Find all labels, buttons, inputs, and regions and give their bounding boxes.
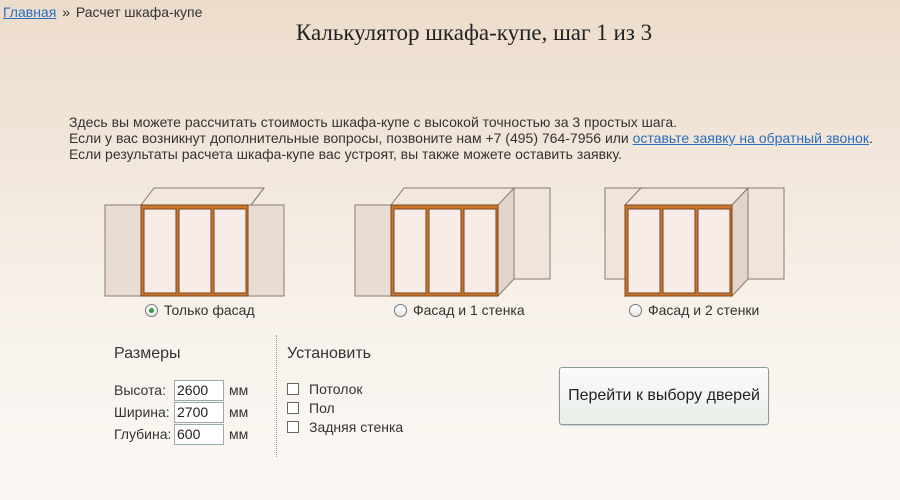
go-to-doors-button[interactable]: Перейти к выбору дверей <box>559 367 769 425</box>
wardrobe-facade-only-icon <box>104 187 285 297</box>
ceiling-label: Потолок <box>309 380 363 397</box>
breadcrumb-separator: » <box>62 4 70 20</box>
floor-label: Пол <box>309 399 335 416</box>
depth-input[interactable] <box>174 423 224 445</box>
back-wall-row[interactable]: Задняя стенка <box>287 417 403 436</box>
callback-request-link[interactable]: оставьте заявку на обратный звонок <box>633 130 869 146</box>
facade-one-wall-label: Фасад и 1 стенка <box>413 302 525 318</box>
depth-row: Глубина: мм <box>114 423 248 445</box>
option-facade-only[interactable] <box>104 186 304 321</box>
width-label: Ширина: <box>114 404 170 420</box>
ceiling-checkbox[interactable] <box>287 382 299 395</box>
height-label: Высота: <box>114 382 166 398</box>
height-row: Высота: мм <box>114 379 248 401</box>
intro-line-2-end: . <box>868 130 873 146</box>
wardrobe-facade-one-wall-icon <box>354 186 551 298</box>
facade-one-wall-radio[interactable] <box>394 303 407 317</box>
intro-line-1: Здесь вы можете рассчитать стоимость шка… <box>69 114 678 130</box>
facade-two-walls-label: Фасад и 2 стенки <box>648 302 760 318</box>
breadcrumb-current: Расчет шкафа-купе <box>75 4 203 20</box>
facade-only-label: Только фасад <box>164 302 255 318</box>
intro-line-2-text: Если у вас возникнут дополнительные вопр… <box>69 130 633 146</box>
height-input[interactable] <box>174 379 224 401</box>
ceiling-row[interactable]: Потолок <box>287 379 403 398</box>
wardrobe-facade-two-walls-icon <box>604 186 785 298</box>
depth-unit: мм <box>229 426 249 442</box>
breadcrumb: Главная » Расчет шкафа-купе <box>3 4 202 20</box>
back-wall-checkbox[interactable] <box>287 420 299 433</box>
back-wall-label: Задняя стенка <box>309 418 404 435</box>
intro-line-3: Если результаты расчета шкафа-купе вас у… <box>69 146 622 162</box>
option-facade-only-radio-row[interactable]: Только фасад <box>145 302 255 318</box>
option-facade-one-wall-radio-row[interactable]: Фасад и 1 стенка <box>394 302 525 318</box>
option-facade-one-wall[interactable] <box>354 186 554 321</box>
floor-checkbox[interactable] <box>287 401 299 414</box>
intro-line-2: Если у вас возникнут дополнительные вопр… <box>69 130 873 146</box>
width-unit: мм <box>229 404 249 420</box>
intro-text: Здесь вы можете рассчитать стоимость шка… <box>69 114 873 162</box>
breadcrumb-home-link[interactable]: Главная <box>3 4 56 20</box>
install-title: Установить <box>287 345 371 362</box>
option-facade-two-walls-radio-row[interactable]: Фасад и 2 стенки <box>629 302 759 318</box>
section-divider <box>276 335 277 457</box>
sizes-title: Размеры <box>114 345 181 362</box>
page-title: Калькулятор шкафа-купе, шаг 1 из 3 <box>295 20 653 45</box>
option-facade-two-walls[interactable] <box>604 186 804 321</box>
sizes-panel: Размеры Высота: мм Ширина: мм Глубина: м… <box>114 345 248 445</box>
facade-two-walls-radio[interactable] <box>629 303 642 317</box>
width-row: Ширина: мм <box>114 401 248 423</box>
width-input[interactable] <box>174 401 224 423</box>
install-panel: Установить Потолок Пол Задняя стенка <box>287 345 403 436</box>
depth-label: Глубина: <box>114 426 172 442</box>
floor-row[interactable]: Пол <box>287 398 403 417</box>
facade-only-radio[interactable] <box>145 303 158 317</box>
height-unit: мм <box>229 382 249 398</box>
